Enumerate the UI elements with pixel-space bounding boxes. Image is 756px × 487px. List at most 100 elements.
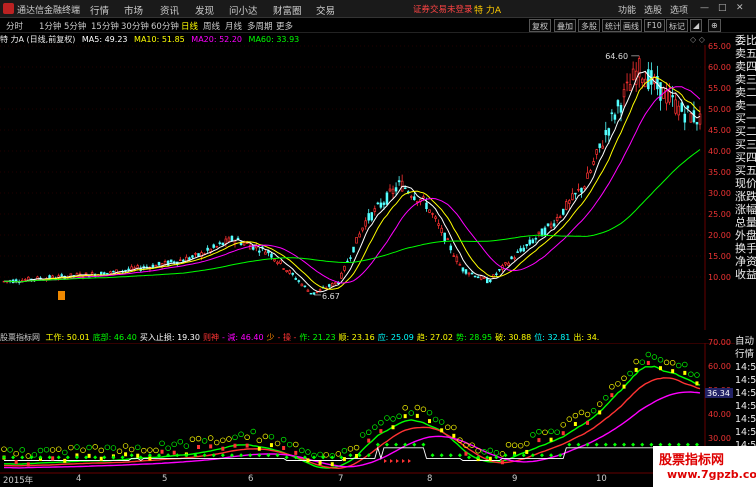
sub-quote-panel-item[interactable]: 14:5 — [735, 413, 756, 426]
quote-panel-item[interactable]: 买三 — [735, 138, 756, 151]
toolbar-overlay[interactable]: 叠加 — [554, 19, 576, 32]
toolbar-draw[interactable]: 画线 — [620, 19, 642, 32]
signal-bar — [500, 460, 504, 465]
signal-circle — [201, 438, 208, 444]
date-axis-label: 4 — [76, 474, 82, 484]
quote-panel-item[interactable]: 买五 — [735, 164, 756, 177]
menu-item-ask[interactable]: 问小达 — [229, 3, 258, 17]
candle-body — [522, 247, 525, 252]
menu-functions[interactable]: 功能 — [618, 3, 636, 16]
signal-circle — [639, 359, 646, 365]
menu-stock-pick[interactable]: 选股 — [644, 3, 662, 16]
quote-panel-item[interactable]: 卖二 — [735, 86, 756, 99]
signal-circle — [1, 446, 7, 452]
sub-quote-panel-item[interactable]: 行情 — [735, 348, 756, 361]
candle-body — [109, 271, 112, 274]
maximize-icon[interactable]: □ — [718, 3, 727, 13]
quote-panel-item[interactable]: 卖三 — [735, 73, 756, 86]
period-15min[interactable]: 15分钟 — [91, 20, 119, 32]
period-daily[interactable]: 日线 — [181, 20, 198, 32]
menu-item-market[interactable]: 市场 — [124, 3, 143, 17]
sub-quote-panel-item[interactable]: 14:5 — [735, 374, 756, 387]
candle-body — [467, 272, 471, 275]
minimize-icon[interactable]: — — [700, 3, 709, 13]
period-multi[interactable]: 多周期 — [247, 20, 273, 32]
signal-circle — [214, 439, 220, 446]
price-axis-label: 50.00 — [708, 105, 731, 114]
period-weekly[interactable]: 周线 — [203, 20, 220, 32]
candle-body — [218, 242, 222, 244]
quote-panel-item[interactable]: 买四 — [735, 151, 756, 164]
period-timeline[interactable]: 分时 — [6, 20, 23, 32]
toolbar-zoom-icon[interactable]: ⊕ — [708, 19, 721, 32]
candle-body — [242, 242, 246, 246]
candle-body — [443, 232, 446, 242]
toolbar-f10[interactable]: F10 — [644, 19, 665, 32]
quote-panel-item[interactable]: 涨幅 — [735, 203, 756, 216]
main-price-chart[interactable]: 64.60 6.67 — [0, 45, 735, 330]
diamond-marker — [603, 442, 608, 447]
date-axis-label: 10 — [596, 474, 607, 484]
menu-item-wealth[interactable]: 财富圈 — [273, 3, 302, 17]
quote-panel-item[interactable]: 换手 — [735, 242, 756, 255]
candle-body — [285, 270, 288, 272]
candle-body — [370, 212, 374, 221]
quote-panel-item[interactable]: 买一 — [735, 112, 756, 125]
candle-body — [127, 268, 130, 271]
quote-panel-item[interactable]: 外盘 — [735, 229, 756, 242]
period-30min[interactable]: 30分钟 — [121, 20, 149, 32]
candle-body — [537, 231, 541, 235]
sub-indicator-item: 作: 21.23 — [299, 333, 336, 342]
signal-circle — [487, 447, 494, 454]
quote-panel-item[interactable]: 卖一 — [735, 99, 756, 112]
quote-panel-item[interactable]: 卖四 — [735, 60, 756, 73]
period-1min[interactable]: 1分钟 — [39, 20, 61, 32]
sub-indicator-item: 趋: 27.02 — [416, 333, 453, 342]
signal-circle — [141, 447, 147, 454]
signal-circle — [414, 404, 421, 411]
chart-expand-icon[interactable]: ◇ ◇ — [690, 35, 705, 44]
menu-item-quotes[interactable]: 行情 — [90, 3, 109, 17]
menu-item-trade[interactable]: 交易 — [316, 3, 335, 17]
period-5min[interactable]: 5分钟 — [64, 20, 86, 32]
close-icon[interactable]: ✕ — [736, 3, 744, 13]
signal-circle — [390, 416, 396, 422]
candle-body — [647, 69, 650, 90]
toolbar-tool-icon[interactable]: ◢ — [690, 19, 703, 32]
candle-body — [555, 217, 559, 221]
sub-indicator-chart[interactable] — [0, 343, 735, 474]
period-toolbar: 分时 1分钟 5分钟 15分钟 30分钟 60分钟 日线 周线 月线 多周期 更… — [0, 18, 756, 33]
ma20-value: MA20: 52.20 — [191, 35, 242, 44]
quote-panel-item[interactable]: 现价 — [735, 177, 756, 190]
menu-item-discover[interactable]: 发现 — [195, 3, 214, 17]
sub-quote-panel-item[interactable]: 自动 — [735, 335, 756, 348]
signal-circle — [74, 444, 80, 450]
quote-panel-item[interactable]: 总量 — [735, 216, 756, 229]
candle-body — [516, 251, 519, 253]
candle-body — [352, 246, 355, 253]
period-monthly[interactable]: 月线 — [225, 20, 242, 32]
toolbar-multi-stock[interactable]: 多股 — [578, 19, 600, 32]
quote-panel-item[interactable]: 收益 — [735, 268, 756, 281]
sub-quote-panel-item[interactable]: 14:5 — [735, 400, 756, 413]
candle-body — [90, 272, 94, 275]
quote-panel-item[interactable]: 卖五 — [735, 47, 756, 60]
app-window: 通达信金融终端 行情 市场 资讯 发现 问小达 财富圈 交易 证券交易未登录 特… — [0, 0, 756, 487]
login-warning[interactable]: 证券交易未登录 — [413, 3, 473, 15]
sub-quote-panel-item[interactable]: 14:5 — [735, 426, 756, 439]
quote-panel-item[interactable]: 净资 — [735, 255, 756, 268]
period-60min[interactable]: 60分钟 — [151, 20, 179, 32]
menu-options[interactable]: 选项 — [670, 3, 688, 16]
sub-quote-panel-item[interactable]: 14:5 — [735, 387, 756, 400]
sub-quote-panel-item[interactable]: 14:5 — [735, 361, 756, 374]
menu-item-news[interactable]: 资讯 — [160, 3, 179, 17]
signal-circle — [305, 449, 311, 455]
toolbar-mark[interactable]: 标记 — [666, 19, 688, 32]
toolbar-adjust[interactable]: 复权 — [529, 19, 551, 32]
candle-body — [449, 245, 453, 251]
quote-panel-item[interactable]: 委比 — [735, 34, 756, 47]
period-more[interactable]: 更多 — [276, 20, 293, 32]
sub-indicator-name[interactable]: 股票指标网 — [0, 333, 40, 342]
quote-panel-item[interactable]: 涨跌 — [735, 190, 756, 203]
quote-panel-item[interactable]: 买二 — [735, 125, 756, 138]
